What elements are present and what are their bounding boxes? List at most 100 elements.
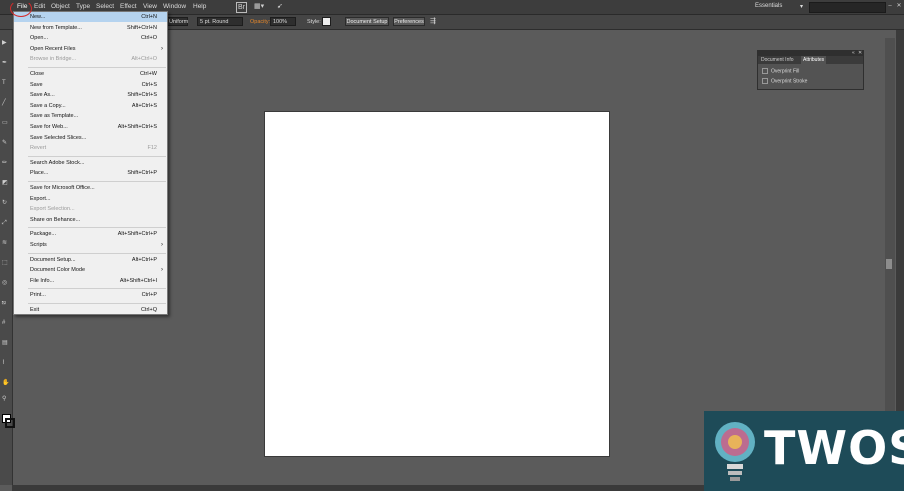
file-menu-item[interactable]: Document Color Mode ›: [14, 265, 167, 275]
type-tool-icon[interactable]: T: [2, 80, 9, 86]
file-menu-item[interactable]: Scripts ›: [14, 240, 167, 250]
file-menu-item[interactable]: Open Recent Files ›: [14, 44, 167, 54]
file-menu-item[interactable]: Document Setup... Alt+Ctrl+P: [14, 255, 167, 265]
file-menu-item[interactable]: Save for Microsoft Office...: [14, 183, 167, 193]
workspace-switcher[interactable]: Essentials: [755, 3, 782, 9]
menu-separator: [28, 252, 166, 254]
brush-tool-icon[interactable]: ✎: [2, 140, 9, 146]
menu-item-shortcut: Shift+Ctrl+S: [127, 92, 157, 99]
eyedropper-tool-icon[interactable]: ⌇: [2, 360, 9, 366]
menu-item-label: Place...: [30, 170, 49, 177]
menu-item-label: New from Template...: [30, 24, 82, 31]
opacity-input[interactable]: 100%: [270, 17, 296, 26]
file-menu-item[interactable]: Place... Shift+Ctrl+P: [14, 168, 167, 178]
opacity-label[interactable]: Opacity:: [250, 19, 270, 25]
style-label: Style:: [307, 19, 321, 25]
preferences-button[interactable]: Preferences: [393, 17, 425, 26]
file-menu-item[interactable]: Save Ctrl+S: [14, 80, 167, 90]
mesh-tool-icon[interactable]: #: [2, 320, 9, 326]
file-menu-item[interactable]: Save as Template...: [14, 111, 167, 121]
file-menu-item[interactable]: New... Ctrl+N: [14, 12, 167, 22]
file-menu-item[interactable]: Search Adobe Stock...: [14, 158, 167, 168]
stroke-color-swatch[interactable]: [5, 418, 15, 428]
brush-select[interactable]: 5 pt. Round: [197, 17, 243, 26]
free-transform-tool-icon[interactable]: ⬚: [2, 260, 9, 266]
stroke-profile-select[interactable]: Uniform: [166, 17, 188, 26]
rotate-tool-icon[interactable]: ↻: [2, 200, 9, 206]
file-menu-item[interactable]: Export...: [14, 194, 167, 204]
submenu-arrow-icon: ›: [161, 242, 163, 248]
menu-item-shortcut: Ctrl+O: [140, 35, 157, 42]
menu-item-label: Close: [30, 71, 45, 77]
file-menu-item[interactable]: Package... Alt+Shift+Ctrl+P: [14, 229, 167, 239]
scrollbar-thumb[interactable]: [886, 259, 892, 269]
workspace-chevron-icon[interactable]: ▾: [800, 3, 803, 10]
menu-item-label: Save for Microsoft Office...: [30, 185, 95, 191]
menu-item-shortcut: F12: [147, 145, 157, 152]
artboard[interactable]: [264, 111, 610, 457]
submenu-arrow-icon: ›: [161, 45, 163, 52]
gpu-rocket-icon[interactable]: ➹: [277, 2, 283, 11]
tab-attributes[interactable]: Attributes: [801, 56, 827, 64]
file-menu-item[interactable]: Save for Web... Alt+Shift+Ctrl+S: [14, 122, 167, 132]
menu-help[interactable]: Help: [193, 3, 206, 10]
attributes-panel: « ✕ Document Info Attributes Overprint F…: [757, 50, 864, 90]
menu-type[interactable]: Type: [76, 3, 90, 10]
file-menu-item[interactable]: New from Template... Shift+Ctrl+N: [14, 23, 167, 33]
menu-edit[interactable]: Edit: [34, 3, 45, 10]
file-menu-item[interactable]: Save As... Shift+Ctrl+S: [14, 90, 167, 100]
twos-logo: TWOS: [704, 411, 904, 491]
file-menu-item[interactable]: Close Ctrl+W: [14, 69, 167, 79]
arrange-documents-icon[interactable]: ▦▾: [254, 2, 264, 11]
perspective-tool-icon[interactable]: ⧅: [2, 300, 9, 306]
pencil-tool-icon[interactable]: ✏: [2, 160, 9, 166]
overprint-fill-checkbox[interactable]: Overprint Fill: [762, 68, 799, 74]
shape-builder-tool-icon[interactable]: ◎: [2, 280, 9, 286]
tools-panel: ▶ ✒ T ╱ ▭ ✎ ✏ ◩ ↻ ⤢ ≋ ⬚ ◎ ⧅ # ▤ ⌇ ✋ ⚲: [0, 30, 15, 485]
menu-item-shortcut: Ctrl+S: [141, 81, 157, 88]
hand-tool-icon[interactable]: ✋: [2, 380, 9, 386]
file-menu-item[interactable]: Print... Ctrl+P: [14, 290, 167, 300]
checkbox-icon[interactable]: [762, 78, 768, 84]
file-menu-item: Revert F12: [14, 143, 167, 153]
menu-window[interactable]: Window: [163, 3, 186, 10]
style-swatch[interactable]: [322, 17, 331, 26]
file-menu-item: Browse in Bridge... Alt+Ctrl+O: [14, 54, 167, 64]
document-setup-button[interactable]: Document Setup: [345, 17, 389, 26]
close-icon[interactable]: ✕: [895, 2, 903, 11]
menu-item-label: File Info...: [30, 277, 55, 284]
file-menu-item[interactable]: File Info... Alt+Shift+Ctrl+I: [14, 276, 167, 286]
menu-object[interactable]: Object: [51, 3, 70, 10]
file-menu-item[interactable]: Save a Copy... Alt+Ctrl+S: [14, 101, 167, 111]
selection-tool-icon[interactable]: ▶: [2, 40, 9, 46]
menu-view[interactable]: View: [143, 3, 157, 10]
warp-tool-icon[interactable]: ≋: [2, 240, 9, 246]
file-menu-item[interactable]: Save Selected Slices...: [14, 133, 167, 143]
search-input[interactable]: [809, 2, 886, 13]
menu-separator: [28, 227, 166, 229]
arrange-icon[interactable]: ⇶: [430, 17, 436, 25]
file-menu-item[interactable]: Exit Ctrl+Q: [14, 305, 167, 315]
overprint-stroke-checkbox[interactable]: Overprint Stroke: [762, 78, 807, 84]
menu-item-label: Export...: [30, 195, 51, 202]
menu-separator: [28, 67, 166, 68]
file-menu-item[interactable]: Share on Behance...: [14, 215, 167, 225]
menu-item-label: New...: [30, 14, 46, 20]
minimize-icon[interactable]: –: [886, 2, 894, 11]
pen-tool-icon[interactable]: ✒: [2, 60, 9, 66]
file-menu-item[interactable]: Open... Ctrl+O: [14, 33, 167, 43]
gradient-tool-icon[interactable]: ▤: [2, 340, 9, 346]
menu-item-shortcut: Ctrl+W: [140, 71, 157, 77]
eraser-tool-icon[interactable]: ◩: [2, 180, 9, 186]
menu-select[interactable]: Select: [96, 3, 114, 10]
menu-effect[interactable]: Effect: [120, 3, 137, 10]
lightbulb-icon: [715, 422, 755, 481]
tab-document-info[interactable]: Document Info: [759, 56, 796, 64]
line-tool-icon[interactable]: ╱: [2, 100, 9, 106]
scale-tool-icon[interactable]: ⤢: [2, 220, 9, 226]
menu-item-shortcut: Shift+Ctrl+P: [127, 170, 157, 177]
zoom-tool-icon[interactable]: ⚲: [2, 396, 9, 402]
checkbox-icon[interactable]: [762, 68, 768, 74]
rectangle-tool-icon[interactable]: ▭: [2, 120, 9, 126]
bridge-button[interactable]: Br: [236, 2, 247, 13]
